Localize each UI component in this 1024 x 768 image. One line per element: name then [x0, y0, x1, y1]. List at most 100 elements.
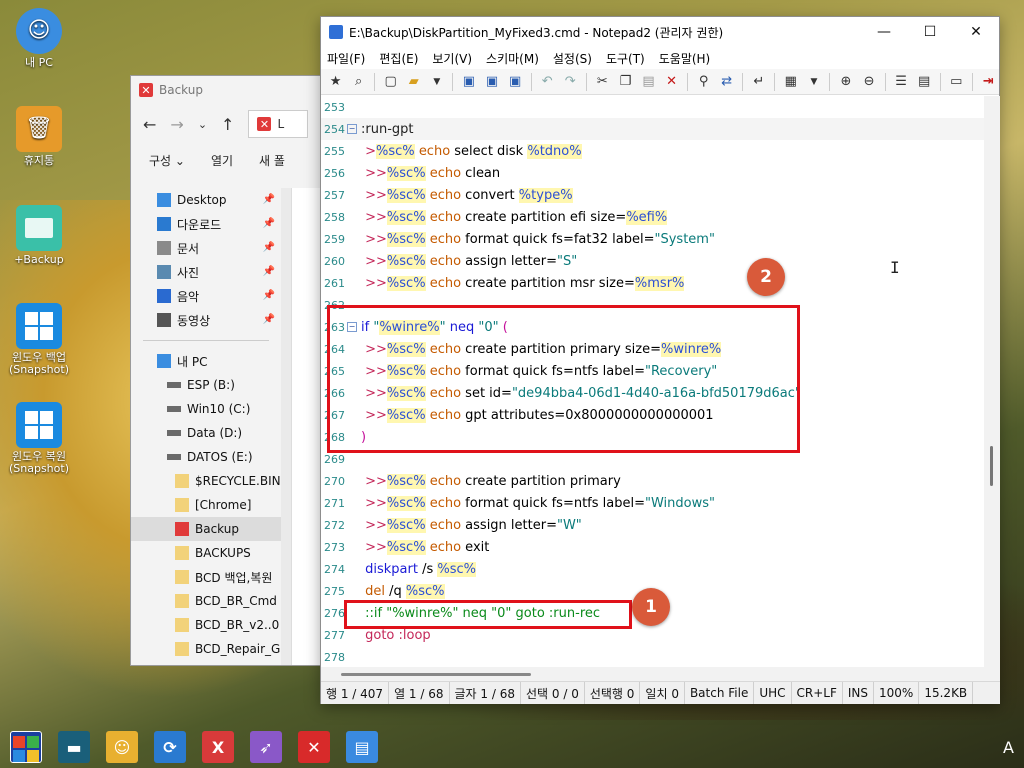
schema-icon[interactable]: ▦ [780, 71, 801, 93]
code-line[interactable]: 259 >> %sc% echo format quick fs=fat32 la… [321, 228, 984, 250]
code-line[interactable]: 258 >> %sc% echo create partition efi siz… [321, 206, 984, 228]
save-all-icon[interactable]: ▣ [505, 71, 526, 93]
code-line[interactable]: 274 diskpart /s %sc% [321, 558, 984, 580]
lines-icon[interactable]: ☰ [891, 71, 912, 93]
nav-item[interactable]: BCD_Repair_G [131, 637, 281, 661]
schema-dropdown-icon[interactable]: ▼ [803, 71, 824, 93]
start-button[interactable] [10, 731, 42, 763]
desktop-icon[interactable]: +Backup [8, 205, 70, 266]
open-button[interactable]: 열기 [211, 152, 233, 169]
navigation-scrollbar[interactable] [281, 188, 291, 665]
code-line[interactable]: 272 >> %sc% echo assign letter= "W" [321, 514, 984, 536]
nav-item[interactable]: BCD_BR_Cmd [131, 589, 281, 613]
nav-item[interactable]: BACKUPS [131, 541, 281, 565]
taskbar-app-user[interactable]: ☺ [106, 731, 138, 763]
menu-item[interactable]: 설정(S) [553, 50, 592, 67]
favorites-icon[interactable]: ★ [325, 71, 346, 93]
horizontal-scroll-thumb[interactable] [341, 673, 531, 676]
minimize-button[interactable]: — [861, 17, 907, 47]
menu-item[interactable]: 파일(F) [327, 50, 365, 67]
menu-item[interactable]: 도움말(H) [659, 50, 711, 67]
nav-item[interactable]: 다운로드 📌 [131, 212, 281, 236]
zoom-in-icon[interactable]: ⊕ [835, 71, 856, 93]
delete-icon[interactable]: ✕ [661, 71, 682, 93]
menu-item[interactable]: 스키마(M) [486, 50, 539, 67]
taskbar-app-notepad[interactable]: ▤ [346, 731, 378, 763]
nav-item[interactable]: BCD_BR_v2..0 [131, 613, 281, 637]
nav-item[interactable]: DATOS (E:) [131, 445, 281, 469]
desktop-icon[interactable]: 윈도우 백업 (Snapshot) [8, 303, 70, 376]
zoom-out-icon[interactable]: ⊖ [859, 71, 880, 93]
vertical-scrollbar[interactable] [984, 96, 1000, 667]
nav-item[interactable]: BCD 백업,복원 [131, 565, 281, 589]
vertical-scroll-thumb[interactable] [990, 446, 993, 486]
nav-item[interactable]: 음악 📌 [131, 284, 281, 308]
code-line[interactable]: 255 > %sc% echo select disk %tdno% [321, 140, 984, 162]
save-as-icon[interactable]: ▣ [481, 71, 502, 93]
word-wrap-icon[interactable]: ↵ [748, 71, 769, 93]
exit-icon[interactable]: ⇥ [978, 71, 999, 93]
horizontal-scrollbar[interactable] [321, 667, 1000, 681]
code-line[interactable]: 254−:run-gpt [321, 118, 984, 140]
cut-icon[interactable]: ✂ [592, 71, 613, 93]
taskbar-app-xbox[interactable]: ✕ [298, 731, 330, 763]
organize-button[interactable]: 구성 ⌄ [149, 152, 185, 169]
nav-item[interactable]: 내 PC [131, 349, 281, 373]
code-token: echo [429, 187, 462, 203]
nav-item[interactable]: Desktop 📌 [131, 188, 281, 212]
redo-icon[interactable]: ↷ [560, 71, 581, 93]
desktop-icon-label: 휴지통 [23, 154, 55, 167]
nav-item[interactable]: 문서 📌 [131, 236, 281, 260]
desktop-icon[interactable]: ☺ 내 PC [8, 8, 70, 69]
taskbar-app-rocket[interactable]: ➶ [250, 731, 282, 763]
save-icon[interactable]: ▣ [458, 71, 479, 93]
nav-item[interactable]: Data (D:) [131, 421, 281, 445]
nav-item[interactable]: 사진 📌 [131, 260, 281, 284]
replace-icon[interactable]: ⇄ [716, 71, 737, 93]
file-explorer-window[interactable]: ✕ Backup ← → ⌄ ↑ ✕ L 구성 ⌄ 열기 새 폴 Desktop… [130, 75, 330, 666]
code-line[interactable]: 271 >> %sc% echo format quick fs=ntfs lab… [321, 492, 984, 514]
code-line[interactable]: 278 [321, 646, 984, 667]
nav-item[interactable]: [Chrome] [131, 493, 281, 517]
taskbar-app-monitor[interactable]: ▬ [58, 731, 90, 763]
settings-icon[interactable]: ▤ [914, 71, 935, 93]
nav-item[interactable]: Backup [131, 517, 281, 541]
back-arrow-icon[interactable]: ← [143, 115, 156, 134]
nav-item[interactable]: 동영상 📌 [131, 308, 281, 332]
copy-icon[interactable]: ❐ [615, 71, 636, 93]
code-line[interactable]: 260 >> %sc% echo assign letter= "S" [321, 250, 984, 272]
menu-item[interactable]: 도구(T) [606, 50, 645, 67]
taskbar-app-x[interactable]: X [202, 731, 234, 763]
browse-icon[interactable]: ⌕ [348, 71, 369, 93]
code-line[interactable]: 257 >> %sc% echo convert %type% [321, 184, 984, 206]
forward-arrow-icon[interactable]: → [170, 115, 183, 134]
code-line[interactable]: 253 [321, 96, 984, 118]
new-file-icon[interactable]: ▢ [380, 71, 401, 93]
menu-item[interactable]: 보기(V) [432, 50, 472, 67]
menu-item[interactable]: 편집(E) [379, 50, 418, 67]
nav-item[interactable]: ESP (B:) [131, 373, 281, 397]
undo-icon[interactable]: ↶ [537, 71, 558, 93]
fold-toggle-icon[interactable]: − [347, 124, 357, 134]
nav-item[interactable]: $RECYCLE.BIN [131, 469, 281, 493]
ime-indicator[interactable]: A [1003, 738, 1014, 757]
console-icon[interactable]: ▭ [946, 71, 967, 93]
code-line[interactable]: 273 >> %sc% echo exit [321, 536, 984, 558]
desktop-icon[interactable]: 🗑 휴지통 [8, 106, 70, 167]
open-dropdown-icon[interactable]: ▼ [426, 71, 447, 93]
taskbar-app-sync[interactable]: ⟳ [154, 731, 186, 763]
history-chevron-icon[interactable]: ⌄ [198, 118, 207, 131]
address-bar[interactable]: ✕ L [248, 110, 309, 138]
desktop-icon[interactable]: 윈도우 복원 (Snapshot) [8, 402, 70, 475]
paste-icon[interactable]: ▤ [638, 71, 659, 93]
new-folder-button[interactable]: 새 폴 [259, 152, 285, 169]
open-file-icon[interactable]: ▰ [403, 71, 424, 93]
maximize-button[interactable]: ☐ [907, 17, 953, 47]
up-arrow-icon[interactable]: ↑ [221, 115, 234, 134]
code-line[interactable]: 256 >> %sc% echo clean [321, 162, 984, 184]
code-line[interactable]: 261 >> %sc% echo create partition msr siz… [321, 272, 984, 294]
close-button[interactable]: ✕ [953, 17, 999, 47]
code-line[interactable]: 270 >> %sc% echo create partition primary [321, 470, 984, 492]
nav-item[interactable]: Win10 (C:) [131, 397, 281, 421]
find-icon[interactable]: ⚲ [693, 71, 714, 93]
